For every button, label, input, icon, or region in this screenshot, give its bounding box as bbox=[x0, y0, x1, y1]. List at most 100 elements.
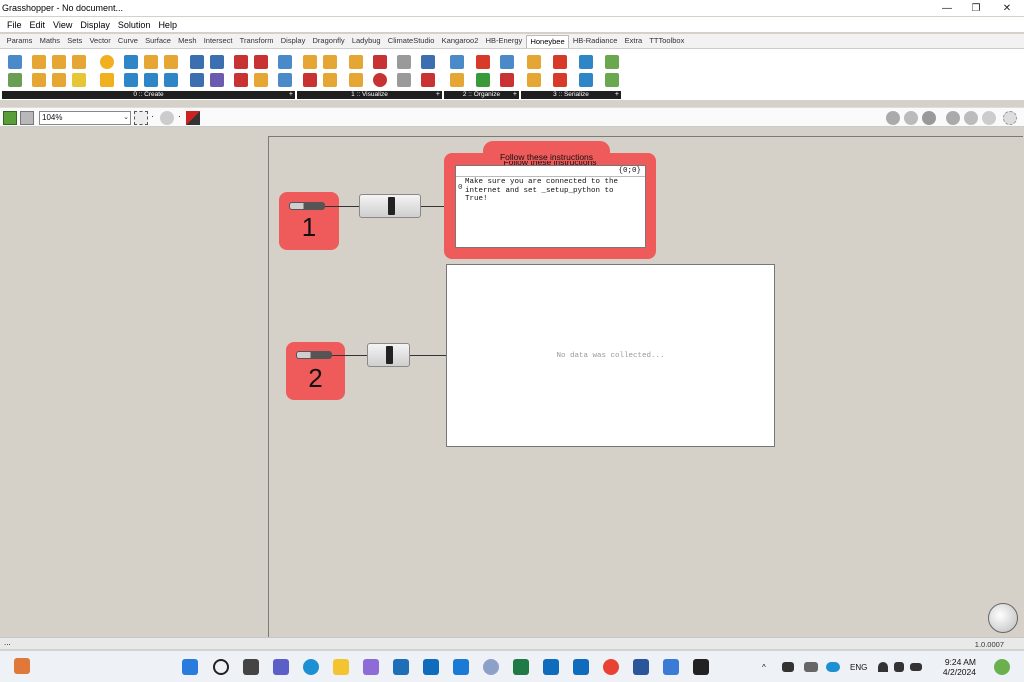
component-icon[interactable] bbox=[323, 73, 337, 87]
display-mode-icon[interactable] bbox=[964, 111, 978, 125]
sketch-icon[interactable] bbox=[186, 111, 200, 125]
component-icon[interactable] bbox=[32, 55, 46, 69]
battery-icon[interactable] bbox=[910, 663, 922, 671]
tab-hb-energy[interactable]: HB-Energy bbox=[482, 35, 526, 48]
component-icon[interactable] bbox=[8, 55, 22, 69]
windows-start-icon[interactable] bbox=[182, 659, 198, 675]
tab-climatestudio[interactable]: ClimateStudio bbox=[384, 35, 438, 48]
tab-params[interactable]: Params bbox=[3, 35, 36, 48]
outlook-icon[interactable] bbox=[423, 659, 439, 675]
app-icon[interactable] bbox=[14, 658, 30, 674]
tab-transform[interactable]: Transform bbox=[236, 35, 277, 48]
tray-chevron[interactable]: ^ bbox=[762, 651, 766, 682]
tab-maths[interactable]: Maths bbox=[36, 35, 64, 48]
tab-mesh[interactable]: Mesh bbox=[175, 35, 201, 48]
task-view-icon[interactable] bbox=[243, 659, 259, 675]
component-icon[interactable] bbox=[303, 73, 317, 87]
menu-help[interactable]: Help bbox=[154, 20, 181, 30]
component-icon[interactable] bbox=[579, 55, 593, 69]
teams-icon[interactable] bbox=[273, 659, 289, 675]
menu-file[interactable]: File bbox=[3, 20, 26, 30]
component-icon[interactable] bbox=[373, 55, 387, 69]
component-icon[interactable] bbox=[397, 73, 411, 87]
chrome-icon[interactable] bbox=[603, 659, 619, 675]
component-icon[interactable] bbox=[527, 55, 541, 69]
component-icon[interactable] bbox=[476, 55, 490, 69]
menu-view[interactable]: View bbox=[49, 20, 76, 30]
preview-selected-icon[interactable] bbox=[922, 111, 936, 125]
photos-icon[interactable] bbox=[663, 659, 679, 675]
tab-honeybee[interactable]: Honeybee bbox=[525, 35, 570, 48]
component-icon[interactable] bbox=[190, 73, 204, 87]
component-icon[interactable] bbox=[421, 55, 435, 69]
component-icon[interactable] bbox=[210, 55, 224, 69]
relay-component-2[interactable] bbox=[367, 343, 410, 367]
component-icon[interactable] bbox=[144, 55, 158, 69]
component-icon[interactable] bbox=[605, 55, 619, 69]
tab-surface[interactable]: Surface bbox=[142, 35, 175, 48]
component-icon[interactable] bbox=[124, 73, 138, 87]
boolean-toggle-1[interactable] bbox=[289, 202, 325, 210]
clock[interactable]: 9:24 AM 4/2/2024 bbox=[928, 657, 976, 677]
component-icon[interactable] bbox=[210, 73, 224, 87]
excel-icon[interactable] bbox=[513, 659, 529, 675]
preview-shaded-icon[interactable] bbox=[886, 111, 900, 125]
wifi-icon[interactable] bbox=[878, 662, 888, 672]
rhino-icon[interactable] bbox=[693, 659, 709, 675]
instructions-panel[interactable]: {0;0} 0 Make sure you are connected to t… bbox=[455, 165, 646, 248]
tab-extra[interactable]: Extra bbox=[621, 35, 646, 48]
tab-intersect[interactable]: Intersect bbox=[200, 35, 236, 48]
preview-wire-icon[interactable] bbox=[904, 111, 918, 125]
expand-group-button[interactable]: + bbox=[513, 91, 517, 99]
tab-kangaroo2[interactable]: Kangaroo2 bbox=[438, 35, 482, 48]
group-1-bubble[interactable]: 1 bbox=[279, 192, 339, 250]
tab-ladybug[interactable]: Ladybug bbox=[348, 35, 384, 48]
display-settings-icon[interactable] bbox=[1003, 111, 1017, 125]
restore-button[interactable]: ❐ bbox=[961, 0, 991, 16]
display-mode-icon[interactable] bbox=[946, 111, 960, 125]
component-icon[interactable] bbox=[397, 55, 411, 69]
component-icon[interactable] bbox=[476, 73, 490, 87]
component-icon[interactable] bbox=[605, 73, 619, 87]
component-icon[interactable] bbox=[373, 73, 387, 87]
tray-icon[interactable] bbox=[804, 662, 818, 672]
component-icon[interactable] bbox=[421, 73, 435, 87]
copilot-icon[interactable] bbox=[363, 659, 379, 675]
menu-edit[interactable]: Edit bbox=[26, 20, 50, 30]
component-icon[interactable] bbox=[190, 55, 204, 69]
outlook-new-icon[interactable] bbox=[543, 659, 559, 675]
component-icon[interactable] bbox=[553, 55, 567, 69]
tab-curve[interactable]: Curve bbox=[114, 35, 141, 48]
boolean-toggle-2[interactable] bbox=[296, 351, 332, 359]
menu-display[interactable]: Display bbox=[76, 20, 114, 30]
onedrive-icon[interactable] bbox=[826, 662, 840, 672]
component-icon[interactable] bbox=[72, 55, 86, 69]
component-icon[interactable] bbox=[450, 55, 464, 69]
expand-group-button[interactable]: + bbox=[436, 91, 440, 99]
component-icon[interactable] bbox=[303, 55, 317, 69]
component-icon[interactable] bbox=[254, 73, 268, 87]
minimize-button[interactable]: — bbox=[932, 0, 962, 16]
component-icon[interactable] bbox=[124, 55, 138, 69]
zoom-select[interactable]: 104% ⌄ bbox=[39, 111, 131, 125]
component-icon[interactable] bbox=[234, 55, 248, 69]
display-mode-icon[interactable] bbox=[982, 111, 996, 125]
volume-icon[interactable] bbox=[894, 662, 904, 672]
navigation-widget[interactable] bbox=[988, 603, 1018, 633]
tab-sets[interactable]: Sets bbox=[64, 35, 86, 48]
open-folder-icon[interactable] bbox=[3, 111, 17, 125]
expand-group-button[interactable]: + bbox=[615, 91, 619, 99]
component-icon[interactable] bbox=[278, 73, 292, 87]
language-indicator[interactable]: ENG bbox=[850, 651, 867, 682]
component-icon[interactable] bbox=[527, 73, 541, 87]
close-button[interactable]: ✕ bbox=[992, 0, 1022, 16]
store-icon[interactable] bbox=[393, 659, 409, 675]
tray-icon[interactable] bbox=[782, 662, 794, 672]
tab-tttoolbox[interactable]: TTToolbox bbox=[646, 35, 688, 48]
mail-icon[interactable] bbox=[453, 659, 469, 675]
outlook-icon[interactable] bbox=[573, 659, 589, 675]
component-icon[interactable] bbox=[8, 73, 22, 87]
component-icon[interactable] bbox=[100, 73, 114, 87]
expand-group-button[interactable]: + bbox=[289, 91, 293, 99]
eye-icon[interactable] bbox=[160, 111, 174, 125]
